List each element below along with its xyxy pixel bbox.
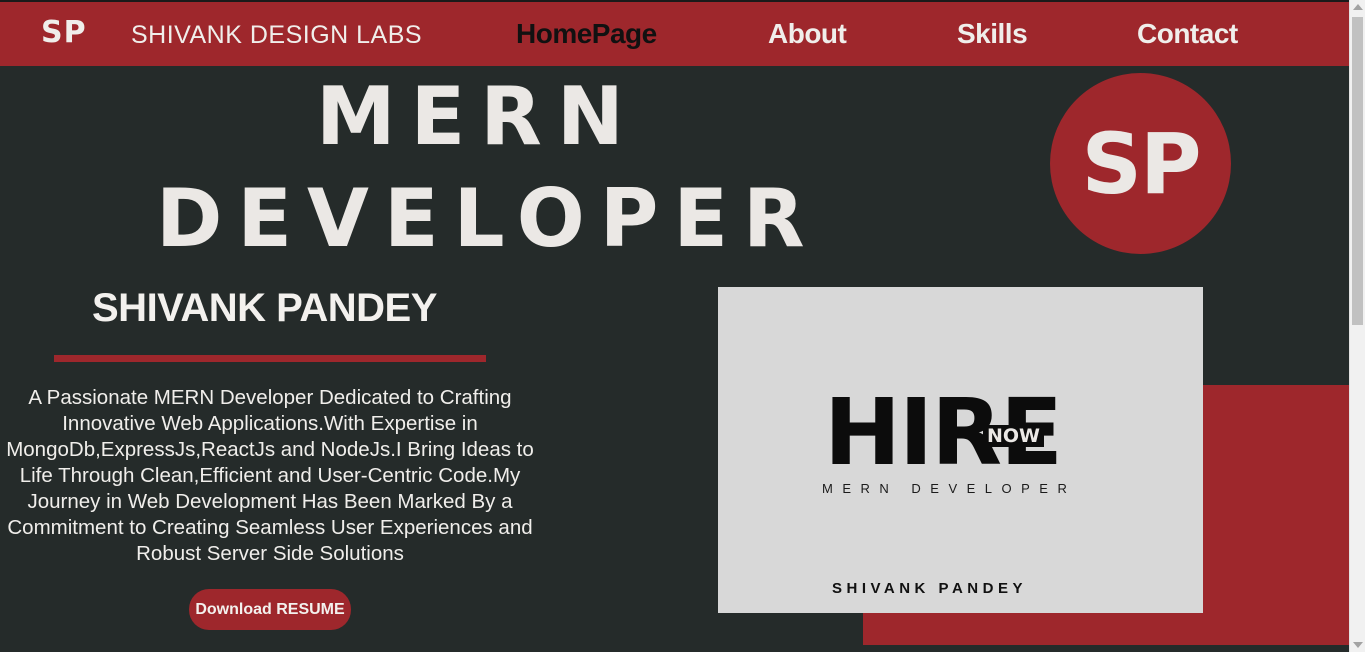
top-navbar: SP SHIVANK DESIGN LABS HomePage About Sk…	[0, 0, 1349, 66]
hero-title-line-2: DEVELOPER	[156, 172, 820, 265]
scroll-up-arrow-icon[interactable]	[1353, 4, 1363, 10]
nav-link-homepage[interactable]: HomePage	[516, 18, 657, 50]
brand-name: SHIVANK DESIGN LABS	[131, 21, 423, 49]
name-divider	[54, 355, 486, 362]
page-scrollbar[interactable]	[1349, 0, 1365, 652]
sp-logo-text: SP	[1081, 114, 1201, 213]
card-role: MERN DEVELOPER	[822, 481, 1077, 496]
card-name: SHIVANK PANDEY	[832, 580, 1027, 597]
profile-bio: A Passionate MERN Developer Dedicated to…	[6, 386, 534, 565]
nav-link-about[interactable]: About	[768, 18, 847, 50]
sp-logo-badge: SP	[1050, 73, 1231, 254]
scrollbar-thumb[interactable]	[1352, 17, 1363, 325]
now-tag: NOW	[983, 425, 1045, 447]
nav-link-contact[interactable]: Contact	[1137, 18, 1238, 50]
hire-now-card: HIRE NOW MERN DEVELOPER SHIVANK PANDEY	[718, 287, 1203, 613]
nav-link-skills[interactable]: Skills	[957, 18, 1028, 50]
hero-title-line-1: MERN	[316, 70, 639, 163]
profile-name: SHIVANK PANDEY	[92, 286, 437, 330]
scroll-down-arrow-icon[interactable]	[1353, 642, 1363, 648]
site-logo[interactable]: SP	[41, 15, 87, 50]
download-resume-button[interactable]: Download RESUME	[189, 589, 351, 630]
